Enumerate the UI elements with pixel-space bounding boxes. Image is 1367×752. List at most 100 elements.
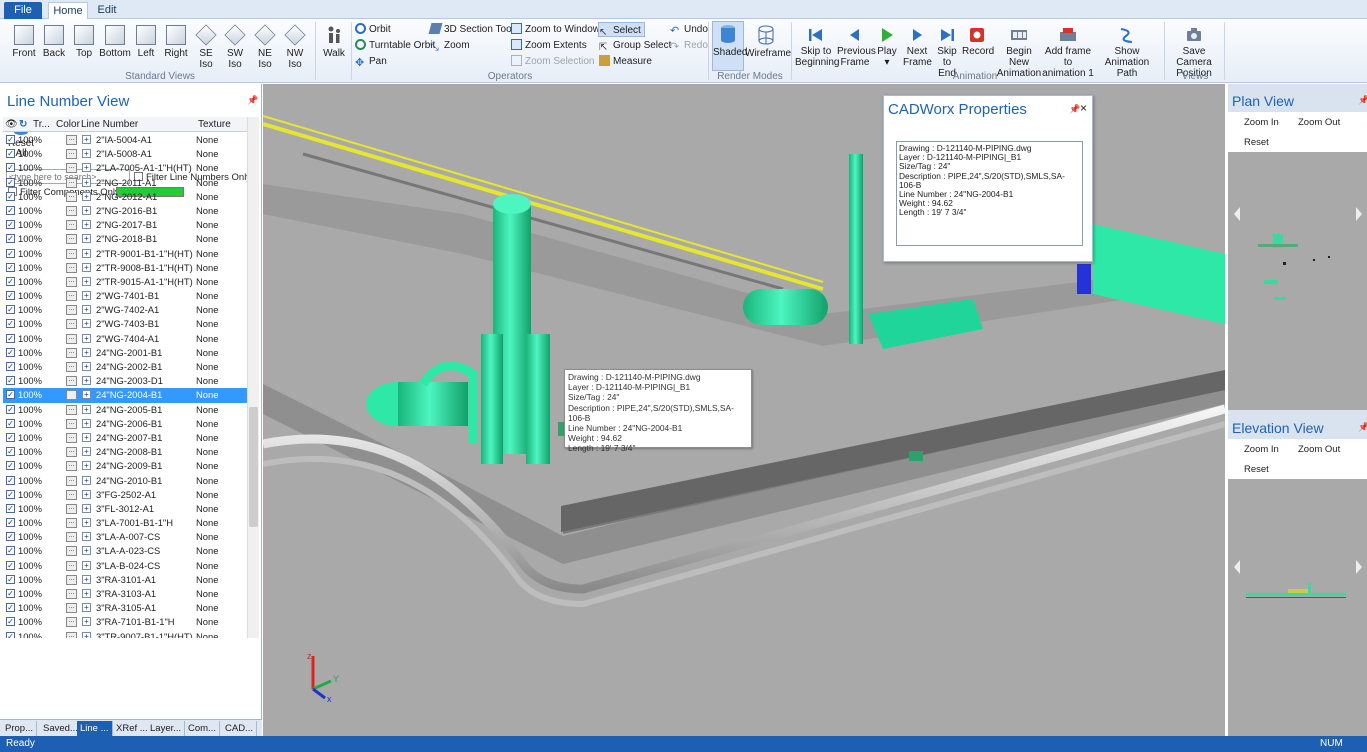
table-row[interactable]: ✓ 100%... +3"RA-3101-A1 None [3,573,247,587]
expand-icon[interactable]: + [82,574,91,584]
table-row[interactable]: ✓ 100%... +24"NG-2001-B1 None [3,346,247,360]
visibility-checkbox[interactable]: ✓ [6,347,15,357]
transparency-value[interactable]: 100% [18,417,42,431]
transparency-value[interactable]: 100% [18,275,42,289]
texture-value[interactable]: None [196,289,218,303]
texture-value[interactable]: None [196,374,218,388]
texture-value[interactable]: None [196,133,218,147]
table-row[interactable]: ✓ 100%... +3"TR-9007-B1-1"H(HT) None [3,630,247,638]
table-row[interactable]: ✓ 100%... +2"WG-7401-B1 None [3,289,247,303]
texture-value[interactable]: None [196,303,218,317]
texture-value[interactable]: None [196,488,218,502]
transparency-value[interactable]: 100% [18,360,42,374]
texture-value[interactable]: None [196,261,218,275]
table-row[interactable]: ✓ 100%... +2"NG-2011-A1 None [3,176,247,190]
table-scrollbar[interactable] [247,117,259,638]
table-row[interactable]: ✓ 100%... +2"TR-9015-A1-1"H(HT) None [3,275,247,289]
redo-button[interactable]: ↷ Redo [670,38,708,53]
expand-icon[interactable]: + [82,518,91,528]
transparency-value[interactable]: 100% [18,388,42,402]
col-transparency[interactable]: Tr... [33,119,50,130]
expand-icon[interactable]: + [82,489,91,499]
color-picker-button[interactable]: ... [66,404,77,415]
transparency-value[interactable]: 100% [18,403,42,417]
ne-iso-button[interactable]: NE Iso [252,23,278,70]
texture-value[interactable]: None [196,573,218,587]
zoom-button[interactable]: ⤡ Zoom [430,38,470,53]
visibility-checkbox[interactable]: ✓ [6,234,15,244]
transparency-value[interactable]: 100% [18,502,42,516]
expand-icon[interactable]: + [82,177,91,187]
previous-frame-button[interactable]: Previous Frame [837,23,876,68]
transparency-value[interactable]: 100% [18,445,42,459]
elevation-reset-button[interactable]: Reset [1244,464,1269,475]
visibility-checkbox[interactable]: ✓ [6,475,15,485]
wireframe-button[interactable]: Wireframe [745,23,791,59]
texture-value[interactable]: None [196,417,218,431]
color-picker-button[interactable]: ... [66,532,77,543]
zoom-extents-button[interactable]: Zoom Extents [511,38,587,53]
visibility-checkbox[interactable]: ✓ [6,149,15,159]
color-picker-button[interactable]: ... [66,291,77,302]
table-row[interactable]: ✓ 100%... +2"NG-2018-B1 None [3,232,247,246]
texture-value[interactable]: None [196,360,218,374]
transparency-value[interactable]: 100% [18,204,42,218]
visibility-checkbox[interactable]: ✓ [6,518,15,528]
transparency-value[interactable]: 100% [18,431,42,445]
texture-value[interactable]: None [196,445,218,459]
expand-icon[interactable]: + [82,432,91,442]
back-view-button[interactable]: Back [40,23,68,59]
measure-button[interactable]: Measure [599,54,652,69]
texture-value[interactable]: None [196,161,218,175]
tab-edit[interactable]: Edit [92,2,122,19]
expand-icon[interactable]: + [82,631,91,638]
texture-value[interactable]: None [196,431,218,445]
transparency-value[interactable]: 100% [18,601,42,615]
expand-icon[interactable]: + [82,376,91,386]
visibility-checkbox[interactable]: ✓ [6,248,15,258]
transparency-value[interactable]: 100% [18,516,42,530]
color-picker-button[interactable]: ... [66,461,77,472]
expand-icon[interactable]: + [82,532,91,542]
texture-value[interactable]: None [196,176,218,190]
visibility-eye-icon[interactable]: 👁 [5,119,18,130]
orbit-button[interactable]: Orbit [355,22,391,37]
color-picker-button[interactable]: ... [66,319,77,330]
visibility-checkbox[interactable]: ✓ [6,631,15,638]
pin-icon[interactable]: 📌 [1358,422,1367,433]
expand-icon[interactable]: + [82,347,91,357]
visibility-checkbox[interactable]: ✓ [6,546,15,556]
color-picker-button[interactable]: ... [66,248,77,259]
bottom-view-button[interactable]: Bottom [98,23,132,59]
table-row[interactable]: ✓ 100%... +2"IA-5004-A1 None [3,133,247,147]
plan-zoom-in-button[interactable]: Zoom In [1244,117,1279,128]
color-picker-button[interactable]: ... [66,262,77,273]
expand-icon[interactable]: + [82,617,91,627]
visibility-checkbox[interactable]: ✓ [6,205,15,215]
texture-value[interactable]: None [196,346,218,360]
texture-value[interactable]: None [196,190,218,204]
close-icon[interactable]: × [1080,101,1087,115]
skip-to-beginning-button[interactable]: Skip to Beginning [795,23,839,68]
table-row[interactable]: ✓ 100%... +2"IA-5008-A1 None [3,147,247,161]
table-row[interactable]: ✓ 100%... +3"LA-A-023-CS None [3,544,247,558]
select-button[interactable]: ↖ Select [598,22,645,38]
undo-button[interactable]: ↶ Undo [670,22,708,37]
expand-icon[interactable]: + [82,291,91,301]
expand-icon[interactable]: + [82,589,91,598]
transparency-value[interactable]: 100% [18,303,42,317]
expand-icon[interactable]: + [82,305,91,315]
pan-button[interactable]: ✥ Pan [355,54,387,69]
texture-value[interactable]: None [196,388,218,402]
texture-value[interactable]: None [196,587,218,601]
visibility-checkbox[interactable]: ✓ [6,560,15,570]
transparency-value[interactable]: 100% [18,133,42,147]
expand-icon[interactable]: + [82,333,91,343]
elevation-view-canvas[interactable] [1228,479,1367,736]
visibility-checkbox[interactable]: ✓ [6,262,15,272]
panel-tab-4[interactable]: Layer... [147,721,186,736]
color-picker-button[interactable]: ... [66,333,77,344]
expand-icon[interactable]: + [82,404,91,414]
plan-view-canvas[interactable] [1228,152,1367,410]
pin-icon[interactable]: 📌 [1069,104,1080,115]
